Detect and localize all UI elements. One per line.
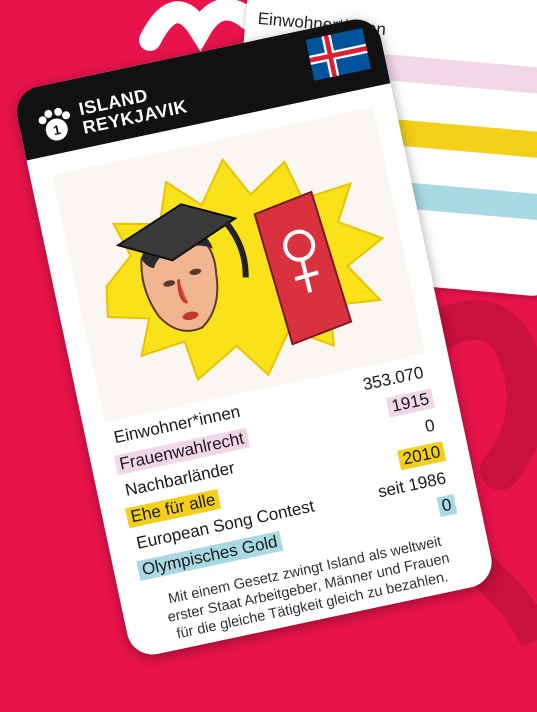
- iceland-flag-icon: [305, 27, 372, 81]
- paw-number-icon: 1: [38, 107, 71, 141]
- stat-value: 0: [423, 415, 437, 437]
- stat-value: 0: [436, 494, 458, 518]
